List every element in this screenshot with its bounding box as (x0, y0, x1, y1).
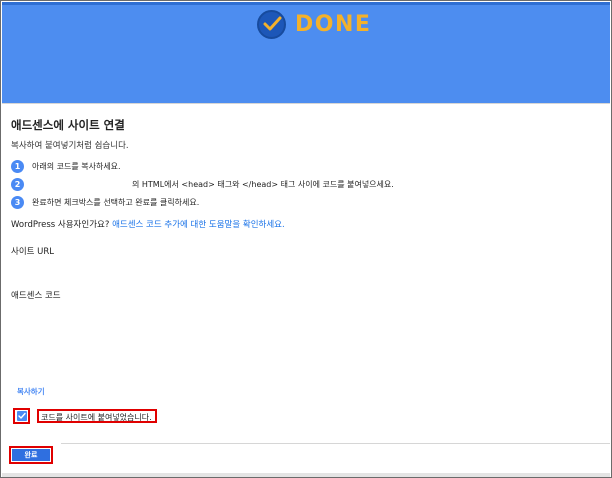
copy-code-button[interactable]: 복사하기 (17, 386, 45, 397)
finish-button-highlight: 완료 (9, 446, 53, 464)
check-circle-icon (257, 9, 286, 39)
step-1: 1 아래의 코드를 복사하세요. (11, 159, 121, 174)
adsense-code-label: 애드센스 코드 (11, 291, 61, 301)
step-2-text: 의 HTML에서 <head> 태그와 </head> 태그 사이에 코드를 붙… (132, 180, 394, 189)
card-subtitle: 복사하여 붙여넣기처럼 쉽습니다. (11, 141, 129, 151)
header-divider (2, 103, 610, 104)
done-header: DONE (257, 8, 371, 40)
step-2: 2 의 HTML에서 <head> 태그와 </head> 태그 사이에 코드를… (11, 177, 394, 192)
pasted-code-checkbox-highlight (13, 408, 30, 424)
step-1-text: 아래의 코드를 복사하세요. (32, 162, 121, 171)
checkmark-icon (17, 412, 26, 419)
pasted-code-label[interactable]: 코드를 사이트에 붙여넣었습니다. (41, 412, 152, 421)
card-title: 애드센스에 사이트 연결 (11, 118, 125, 132)
step-3-number: 3 (11, 196, 24, 209)
step-2-number: 2 (11, 178, 24, 191)
pasted-code-checkbox[interactable] (16, 411, 27, 421)
step-3: 3 완료하면 체크박스를 선택하고 완료를 클릭하세요. (11, 195, 199, 210)
bottom-scroll-edge (2, 473, 610, 477)
banner-top-edge (2, 2, 610, 5)
finish-button[interactable]: 완료 (12, 449, 50, 461)
step-3-text: 완료하면 체크박스를 선택하고 완료를 클릭하세요. (32, 198, 200, 207)
pasted-code-label-highlight: 코드를 사이트에 붙여넣었습니다. (37, 409, 157, 423)
site-url-label: 사이트 URL (11, 247, 55, 257)
wordpress-help-line: WordPress 사용자인가요? 애드센스 코드 추가에 대한 도움말을 확인… (11, 218, 285, 230)
footer-divider (61, 443, 610, 444)
done-label: DONE (295, 11, 372, 37)
adsense-help-link[interactable]: 애드센스 코드 추가에 대한 도움말을 확인하세요. (112, 220, 285, 230)
page-frame: DONE 애드센스에 사이트 연결 복사하여 붙여넣기처럼 쉽습니다. 1 아래… (0, 0, 612, 478)
step-1-number: 1 (11, 160, 24, 173)
wordpress-prefix: WordPress 사용자인가요? (11, 220, 110, 230)
